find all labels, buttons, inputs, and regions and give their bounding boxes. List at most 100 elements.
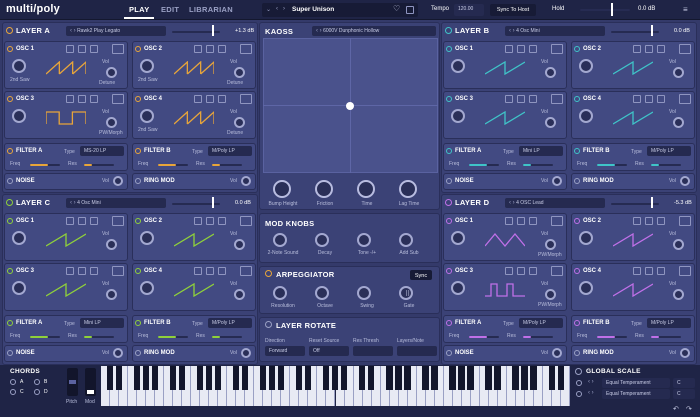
kaoss-preset-selector[interactable]: ‹ › 6000V Dunphonic Hollow (312, 26, 436, 36)
layer-c-volume-handle[interactable] (212, 197, 214, 208)
black-key[interactable] (295, 366, 303, 390)
waveform-icon[interactable] (66, 95, 74, 103)
detune-knob[interactable] (545, 289, 556, 300)
black-key[interactable] (341, 366, 348, 390)
osc-power-icon[interactable] (574, 218, 580, 224)
black-key[interactable] (395, 366, 402, 390)
shape-knob[interactable] (451, 281, 465, 295)
black-key[interactable] (485, 366, 492, 390)
black-key[interactable] (521, 366, 528, 390)
waveform-icon[interactable] (66, 267, 74, 275)
black-key[interactable] (431, 366, 438, 390)
chord-power-icon[interactable] (34, 389, 40, 395)
friction-knob[interactable] (315, 180, 333, 198)
filter-power-icon[interactable] (446, 148, 452, 154)
sync-to-host-button[interactable]: Sync To Host (490, 4, 536, 16)
filter-power-icon[interactable] (446, 320, 452, 326)
detune-knob[interactable] (673, 117, 684, 128)
black-key[interactable] (115, 366, 122, 390)
waveform-icon[interactable] (218, 217, 226, 225)
filter-power-icon[interactable] (135, 148, 141, 154)
filter-type-select[interactable]: M/Poly LP (208, 146, 252, 156)
detune-knob[interactable] (545, 67, 556, 78)
waveform-icon[interactable] (633, 95, 641, 103)
black-key[interactable] (449, 366, 456, 390)
shape-knob[interactable] (140, 59, 154, 73)
expand-icon[interactable] (551, 94, 563, 104)
black-key[interactable] (277, 366, 285, 390)
expand-icon[interactable] (240, 266, 252, 276)
osc-power-icon[interactable] (7, 96, 13, 102)
prev-next-arrows[interactable]: ‹ › (588, 379, 594, 385)
arp-power-icon[interactable] (265, 270, 272, 277)
prev-arrow-icon[interactable]: ‹ (276, 6, 278, 12)
osc-power-icon[interactable] (135, 218, 141, 224)
black-key[interactable] (368, 366, 375, 390)
waveform-icon[interactable] (517, 217, 525, 225)
waveform-icon[interactable] (78, 217, 86, 225)
black-key[interactable] (232, 366, 240, 390)
expand-icon[interactable] (679, 44, 691, 54)
waveform-icon[interactable] (218, 45, 226, 53)
noise-vol-knob[interactable] (552, 176, 562, 186)
next-arrow-icon[interactable]: › (283, 6, 285, 12)
black-key[interactable] (151, 366, 158, 390)
noise-power-icon[interactable] (446, 178, 452, 184)
chord-d[interactable]: D (44, 389, 48, 395)
waveform-icon[interactable] (657, 267, 665, 275)
layer-c-preset-selector[interactable]: ‹ › 4 Osc Mini (66, 198, 166, 208)
shape-knob[interactable] (12, 59, 26, 73)
waveform-icon[interactable] (529, 95, 537, 103)
layer-b-volume-handle[interactable] (651, 25, 653, 36)
layer-a-volume-handle[interactable] (212, 25, 214, 36)
redo-icon[interactable]: ↷ (686, 405, 692, 413)
scale-select[interactable]: Equal Temperament (602, 389, 670, 399)
bump-height-knob[interactable] (273, 180, 291, 198)
filter-power-icon[interactable] (574, 148, 580, 154)
filter-type-select[interactable]: M/Poly LP (519, 318, 563, 328)
expand-icon[interactable] (112, 94, 124, 104)
detune-knob[interactable] (234, 67, 245, 78)
scale-row-icon[interactable] (576, 391, 582, 397)
noise-power-icon[interactable] (446, 350, 452, 356)
arp-pattern-icon[interactable]: ⠿ (405, 290, 410, 298)
waveform-icon[interactable] (206, 95, 214, 103)
detune-knob[interactable] (234, 117, 245, 128)
scale-key-select[interactable]: C (673, 378, 695, 388)
osc-power-icon[interactable] (446, 218, 452, 224)
detune-knob[interactable] (673, 289, 684, 300)
detune-knob[interactable] (673, 239, 684, 250)
black-key[interactable] (305, 366, 312, 390)
chord-power-icon[interactable] (34, 379, 40, 385)
waveform-icon[interactable] (517, 95, 525, 103)
detune-knob[interactable] (106, 117, 117, 128)
black-key[interactable] (214, 366, 222, 390)
filter-type-select[interactable]: Mini LP (80, 318, 124, 328)
expand-icon[interactable] (240, 216, 252, 226)
menu-icon[interactable]: ≡ (683, 5, 688, 14)
waveform-icon[interactable] (645, 217, 653, 225)
undo-icon[interactable]: ↶ (673, 405, 679, 413)
shape-knob[interactable] (12, 109, 26, 123)
shape-knob[interactable] (140, 231, 154, 245)
expand-icon[interactable] (551, 216, 563, 226)
layer-b-power-icon[interactable] (445, 27, 452, 34)
chord-power-icon[interactable] (10, 389, 16, 395)
chord-power-icon[interactable] (10, 379, 16, 385)
chord-c[interactable]: C (20, 389, 24, 395)
chevron-down-icon[interactable]: ⌄ (266, 6, 271, 13)
scale-key-select[interactable]: C (673, 389, 695, 399)
waveform-icon[interactable] (194, 217, 202, 225)
filter-type-select[interactable]: MS-20 LP (80, 146, 124, 156)
filter-type-select[interactable]: M/Poly LP (647, 146, 691, 156)
expand-icon[interactable] (551, 266, 563, 276)
ringmod-power-icon[interactable] (574, 178, 580, 184)
waveform-icon[interactable] (529, 45, 537, 53)
waveform-icon[interactable] (194, 267, 202, 275)
add-sub-knob[interactable] (399, 233, 413, 247)
waveform-icon[interactable] (66, 217, 74, 225)
black-key[interactable] (530, 366, 537, 390)
osc-power-icon[interactable] (135, 96, 141, 102)
noise-vol-knob[interactable] (113, 348, 123, 358)
rotate-param-select[interactable]: Off (309, 346, 349, 356)
